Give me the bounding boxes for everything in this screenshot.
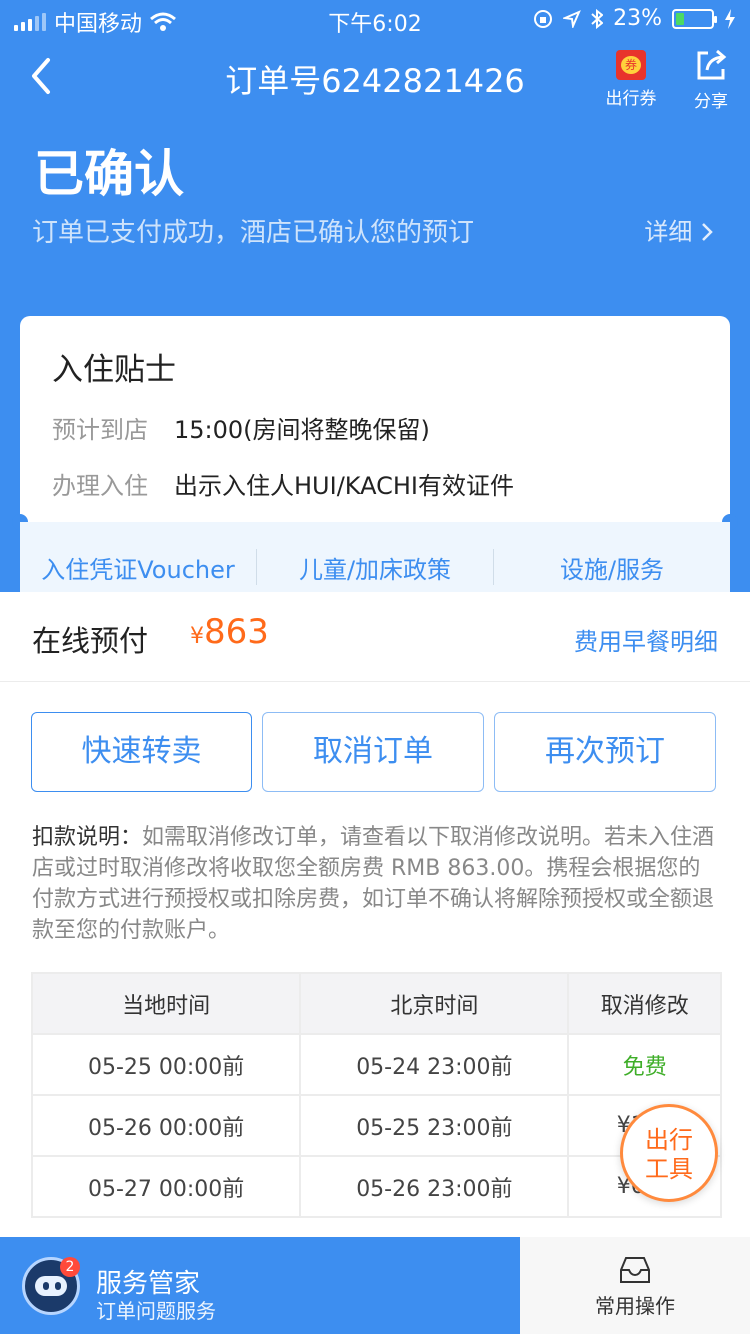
coupon-button[interactable]: 券 出行券 (600, 48, 662, 109)
table-cell: 05-27 00:00前 (30, 1155, 302, 1218)
orientation-lock-icon (534, 9, 553, 28)
service-butler-button[interactable]: 2 服务管家 订单问题服务 (0, 1237, 520, 1334)
share-label: 分享 (694, 92, 728, 112)
table-cell: 05-25 23:00前 (299, 1094, 570, 1157)
notification-badge: 2 (60, 1257, 80, 1277)
arrival-label: 预计到店 (52, 416, 148, 444)
back-arrow-icon[interactable] (22, 54, 62, 98)
bluetooth-icon (591, 8, 604, 29)
facilities-link[interactable]: 设施/服务 (494, 550, 730, 585)
order-number-title: 订单号6242821426 (225, 62, 525, 100)
cancel-order-button[interactable]: 取消订单 (262, 712, 484, 792)
table-cell: 05-25 00:00前 (30, 1033, 302, 1096)
table-cell: 05-24 23:00前 (299, 1033, 570, 1096)
table-row: 05-27 00:00前 05-26 23:00前 ¥691 (30, 1155, 722, 1218)
table-cell: 免费 (567, 1033, 722, 1096)
col-local-time: 当地时间 (30, 972, 302, 1035)
arrival-value: 15:00(房间将整晚保留) (174, 416, 430, 444)
common-operations-button[interactable]: 常用操作 (520, 1237, 750, 1334)
child-bed-policy-link[interactable]: 儿童/加床政策 (257, 550, 493, 585)
deduction-title: 扣款说明： (32, 825, 143, 850)
order-header: 订单号6242821426 券 出行券 分享 已确认 订单已支付成功，酒店已确认… (0, 40, 750, 612)
inbox-icon (620, 1257, 650, 1283)
travel-tools-button[interactable]: 出行 工具 (620, 1104, 718, 1202)
ops-label: 常用操作 (595, 1294, 675, 1318)
table-header-row: 当地时间 北京时间 取消修改 (30, 972, 722, 1035)
table-row: 05-25 00:00前 05-24 23:00前 免费 (30, 1033, 722, 1096)
butler-subtitle: 订单问题服务 (96, 1299, 216, 1323)
deduction-note: 扣款说明：如需取消修改订单，请查看以下取消修改说明。若未入住酒店或过时取消修改将… (32, 822, 722, 946)
battery-icon (672, 8, 717, 29)
cancellation-policy-table: 当地时间 北京时间 取消修改 05-25 00:00前 05-24 23:00前… (30, 972, 722, 1218)
checkin-label: 办理入住 (52, 472, 148, 500)
table-cell: 05-26 00:00前 (30, 1094, 302, 1157)
payment-label: 在线预付 (32, 624, 149, 658)
table-row: 05-26 00:00前 05-25 23:00前 ¥173 (30, 1094, 722, 1157)
rebook-button[interactable]: 再次预订 (494, 712, 716, 792)
share-icon (697, 49, 727, 80)
location-icon (563, 9, 581, 28)
checkin-value: 出示入住人HUI/KACHI有效证件 (174, 472, 514, 500)
share-button[interactable]: 分享 (684, 48, 738, 112)
status-bar: 中国移动 下午6:02 23% (0, 0, 750, 40)
coupon-label: 出行券 (605, 89, 657, 109)
battery-percent: 23% (613, 6, 662, 31)
charging-icon (725, 8, 735, 29)
order-status-description: 订单已支付成功，酒店已确认您的预订 (32, 218, 475, 248)
checkin-tips-title: 入住贴士 (52, 352, 176, 388)
col-beijing-time: 北京时间 (299, 972, 570, 1035)
payment-amount: ¥863 (190, 612, 269, 652)
fee-detail-link[interactable]: 费用早餐明细 (574, 622, 718, 657)
arrival-row: 预计到店 15:00(房间将整晚保留) (52, 410, 430, 445)
chevron-right-icon (702, 223, 713, 241)
order-status-title: 已确认 (34, 145, 184, 203)
coupon-icon: 券 (616, 50, 646, 80)
bottom-bar: 2 服务管家 订单问题服务 常用操作 (0, 1237, 750, 1334)
checkin-row: 办理入住 出示入住人HUI/KACHI有效证件 (52, 466, 514, 501)
status-detail-link[interactable]: 详细 (644, 212, 714, 247)
table-cell: 05-26 23:00前 (299, 1155, 570, 1218)
voucher-link[interactable]: 入住凭证Voucher (20, 550, 256, 585)
payment-row: 在线预付 ¥863 费用早餐明细 (0, 592, 750, 682)
col-cancel-fee: 取消修改 (567, 972, 722, 1035)
checkin-tips-card: 入住贴士 预计到店 15:00(房间将整晚保留) 办理入住 出示入住人HUI/K… (12, 316, 738, 612)
quick-resell-button[interactable]: 快速转卖 (31, 712, 252, 792)
